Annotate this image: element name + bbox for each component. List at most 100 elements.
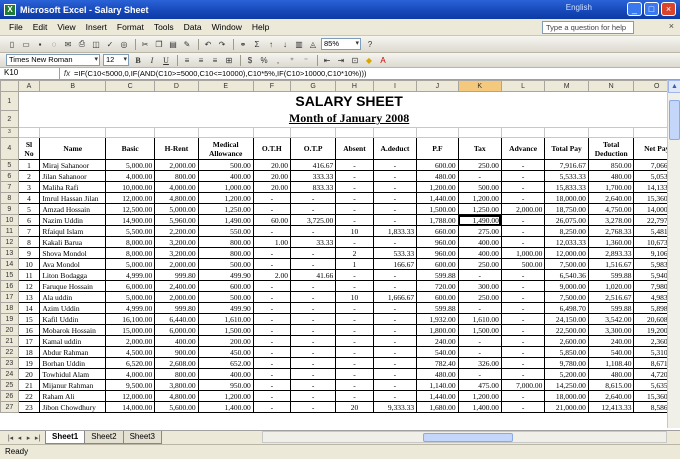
email-icon[interactable]: ✉: [62, 38, 74, 50]
empty-cell[interactable]: [154, 127, 199, 138]
table-cell[interactable]: 275.00: [457, 225, 502, 237]
table-cell[interactable]: 599.88: [416, 302, 459, 314]
menu-format[interactable]: Format: [112, 22, 149, 32]
print-preview-icon[interactable]: ◫: [90, 38, 102, 50]
table-cell[interactable]: -: [252, 247, 292, 259]
table-cell[interactable]: 2,893.33: [587, 247, 635, 259]
table-cell[interactable]: -: [335, 379, 374, 391]
table-cell[interactable]: 480.00: [587, 368, 635, 380]
table-cell[interactable]: 250.00: [457, 291, 502, 303]
table-cell[interactable]: 11: [17, 269, 41, 281]
empty-cell[interactable]: [197, 127, 254, 138]
scroll-up-icon[interactable]: ▲: [668, 80, 680, 93]
table-cell[interactable]: -: [372, 368, 418, 380]
table-cell[interactable]: 14: [17, 302, 41, 314]
table-cell[interactable]: -: [335, 214, 374, 226]
table-cell[interactable]: 5,000.00: [154, 203, 199, 215]
table-cell[interactable]: -: [252, 225, 292, 237]
table-cell[interactable]: -: [289, 346, 337, 358]
table-cell[interactable]: 1,020.00: [587, 280, 635, 292]
table-cell[interactable]: -: [289, 401, 337, 413]
research-icon[interactable]: ◎: [118, 38, 130, 50]
table-cell[interactable]: 6,440.00: [154, 313, 199, 325]
row-header[interactable]: 11: [0, 225, 19, 237]
table-cell[interactable]: 1.00: [252, 236, 292, 248]
table-cell[interactable]: 12: [17, 280, 41, 292]
table-cell[interactable]: 14,900.00: [105, 214, 156, 226]
table-cell[interactable]: -: [289, 291, 337, 303]
table-cell[interactable]: -: [500, 357, 546, 369]
row-header[interactable]: 14: [0, 258, 19, 270]
table-cell[interactable]: 2: [17, 170, 41, 182]
table-cell[interactable]: 9,500.00: [105, 379, 156, 391]
table-cell[interactable]: 4,800.00: [154, 390, 199, 402]
column-header-i[interactable]: I: [372, 80, 418, 92]
row-header[interactable]: 17: [0, 291, 19, 303]
row-header[interactable]: 25: [0, 379, 19, 391]
table-cell[interactable]: -: [289, 324, 337, 336]
table-cell[interactable]: 5,850.00: [544, 346, 589, 358]
table-cell[interactable]: 600.00: [197, 280, 254, 292]
column-label[interactable]: O.T.H: [252, 137, 292, 160]
table-cell[interactable]: 9: [17, 247, 41, 259]
column-label[interactable]: Basic: [105, 137, 156, 160]
table-cell[interactable]: Jilan Sahanoor: [39, 170, 107, 182]
table-cell[interactable]: 16,100.00: [105, 313, 156, 325]
table-cell[interactable]: Kamal uddin: [39, 335, 107, 347]
table-cell[interactable]: 1,490.00: [197, 214, 254, 226]
table-cell[interactable]: -: [252, 291, 292, 303]
table-cell[interactable]: -: [457, 368, 502, 380]
empty-cell[interactable]: [39, 127, 107, 138]
table-cell[interactable]: 2,768.33: [587, 225, 635, 237]
row-header[interactable]: 12: [0, 236, 19, 248]
table-cell[interactable]: -: [289, 357, 337, 369]
column-label[interactable]: Absent: [335, 137, 374, 160]
table-cell[interactable]: -: [372, 324, 418, 336]
table-cell[interactable]: Ala uddin: [39, 291, 107, 303]
column-header-h[interactable]: H: [335, 80, 374, 92]
table-cell[interactable]: 1: [335, 258, 374, 270]
table-cell[interactable]: -: [252, 302, 292, 314]
table-cell[interactable]: 400.00: [154, 335, 199, 347]
table-cell[interactable]: 166.67: [372, 258, 418, 270]
table-cell[interactable]: 999.80: [154, 269, 199, 281]
table-cell[interactable]: -: [335, 302, 374, 314]
table-cell[interactable]: 3,200.00: [154, 247, 199, 259]
tab-sheet3[interactable]: Sheet3: [122, 431, 162, 444]
table-cell[interactable]: 533.33: [372, 247, 418, 259]
table-cell[interactable]: -: [252, 203, 292, 215]
table-cell[interactable]: Miraj Sahanoor: [39, 159, 107, 171]
column-header-g[interactable]: G: [289, 80, 337, 92]
table-cell[interactable]: Kakali Barua: [39, 236, 107, 248]
table-cell[interactable]: 2: [335, 247, 374, 259]
table-cell[interactable]: 20.00: [252, 170, 292, 182]
table-cell[interactable]: 1,400.00: [197, 401, 254, 413]
minimize-button[interactable]: _: [627, 2, 642, 16]
table-cell[interactable]: 400.00: [457, 247, 502, 259]
table-cell[interactable]: -: [500, 291, 546, 303]
tab-sheet1[interactable]: Sheet1: [45, 431, 86, 444]
table-cell[interactable]: 2,000.00: [154, 159, 199, 171]
increase-indent-icon[interactable]: ⇥: [335, 54, 347, 66]
table-cell[interactable]: 6: [17, 214, 41, 226]
table-cell[interactable]: 1,250.00: [197, 203, 254, 215]
table-cell[interactable]: 1,000.00: [500, 247, 546, 259]
table-cell[interactable]: 9,780.00: [544, 357, 589, 369]
table-cell[interactable]: -: [335, 335, 374, 347]
table-cell[interactable]: 1,516.67: [587, 258, 635, 270]
table-cell[interactable]: 2,000.00: [154, 291, 199, 303]
table-cell[interactable]: 4,999.00: [105, 302, 156, 314]
table-cell[interactable]: -: [372, 214, 418, 226]
table-cell[interactable]: 500.00: [197, 159, 254, 171]
table-cell[interactable]: -: [289, 390, 337, 402]
table-cell[interactable]: 652.00: [197, 357, 254, 369]
table-cell[interactable]: 33.33: [289, 236, 337, 248]
table-cell[interactable]: 4: [17, 192, 41, 204]
row-header[interactable]: 23: [0, 357, 19, 369]
row-header[interactable]: 18: [0, 302, 19, 314]
table-cell[interactable]: 950.00: [197, 379, 254, 391]
increase-decimal-icon[interactable]: ⁺: [286, 54, 298, 66]
table-cell[interactable]: -: [335, 357, 374, 369]
table-cell[interactable]: Mijanur Rahman: [39, 379, 107, 391]
table-cell[interactable]: 18,750.00: [544, 203, 589, 215]
